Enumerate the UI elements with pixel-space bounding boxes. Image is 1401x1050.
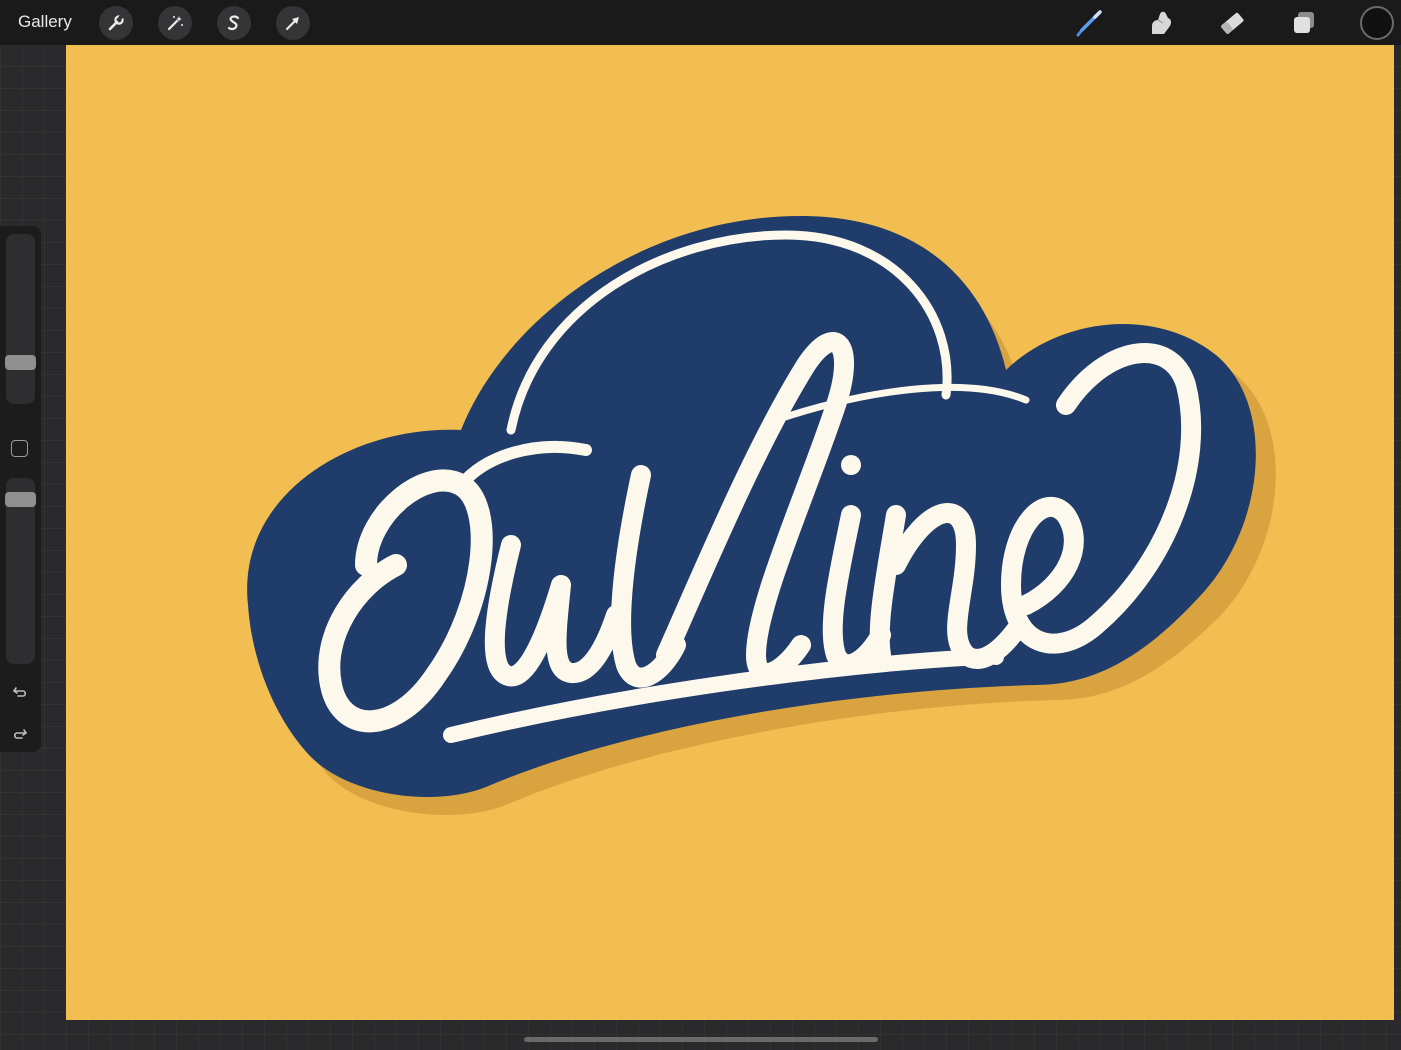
undo-button[interactable] bbox=[8, 680, 32, 704]
selection-s-icon bbox=[225, 14, 243, 32]
brush-icon bbox=[1073, 7, 1105, 39]
brush-button[interactable] bbox=[1071, 5, 1107, 41]
redo-icon bbox=[11, 725, 29, 743]
drawing-canvas[interactable] bbox=[66, 45, 1394, 1020]
arrow-cursor-icon bbox=[284, 14, 302, 32]
adjustments-button[interactable] bbox=[158, 6, 192, 40]
smudge-button[interactable] bbox=[1143, 5, 1179, 41]
left-sidebar bbox=[0, 226, 41, 752]
selection-button[interactable] bbox=[217, 6, 251, 40]
redo-button[interactable] bbox=[8, 722, 32, 746]
letter-i-dot bbox=[841, 455, 861, 475]
smudge-finger-icon bbox=[1146, 8, 1176, 38]
wrench-icon bbox=[107, 14, 125, 32]
top-toolbar: Gallery bbox=[0, 0, 1401, 45]
layers-button[interactable] bbox=[1286, 5, 1322, 41]
opacity-slider[interactable] bbox=[5, 478, 36, 664]
opacity-thumb[interactable] bbox=[5, 492, 36, 507]
actions-button[interactable] bbox=[99, 6, 133, 40]
home-indicator[interactable] bbox=[524, 1037, 878, 1042]
transform-button[interactable] bbox=[276, 6, 310, 40]
brush-size-thumb[interactable] bbox=[5, 355, 36, 370]
gallery-button[interactable]: Gallery bbox=[18, 12, 72, 32]
brush-size-slider[interactable] bbox=[5, 234, 36, 404]
color-picker-button[interactable] bbox=[1360, 6, 1394, 40]
modify-button[interactable] bbox=[11, 440, 28, 457]
underline-dot bbox=[988, 649, 1004, 665]
eraser-button[interactable] bbox=[1214, 5, 1250, 41]
undo-icon bbox=[11, 683, 29, 701]
layers-icon bbox=[1290, 9, 1318, 37]
eraser-icon bbox=[1216, 7, 1248, 39]
magic-wand-icon bbox=[166, 14, 184, 32]
outline-lettering-artwork bbox=[247, 216, 1276, 815]
